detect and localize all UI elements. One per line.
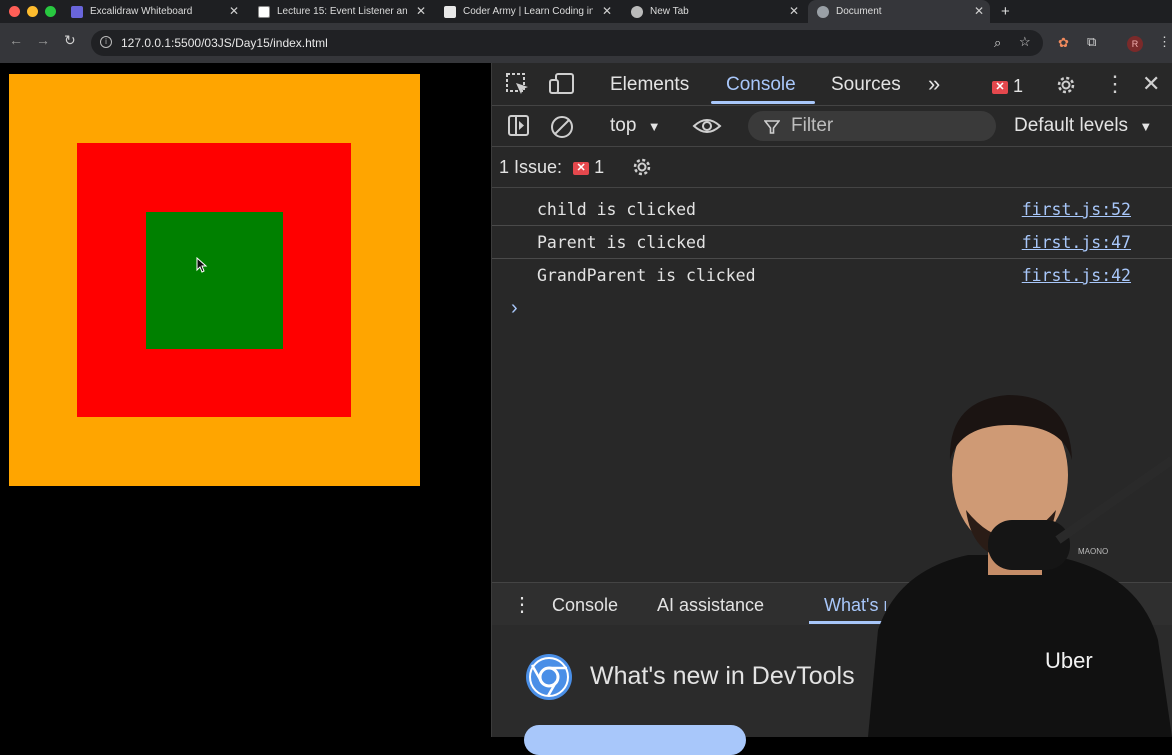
close-tab-icon[interactable]: ✕ [229,4,239,18]
console-prompt-icon[interactable]: › [511,297,518,320]
console-message-text: Parent is clicked [537,233,706,252]
devtools-menu-icon[interactable]: ⋮ [1104,71,1126,97]
issues-link[interactable]: 1 Issue: ✕ 1 [499,157,604,178]
new-tab-button[interactable]: + [1001,0,1010,23]
tab-coder-army[interactable]: Coder Army | Learn Coding in ✕ [444,0,612,23]
drawer-tab-console[interactable]: Console [552,595,618,616]
back-icon[interactable]: ← [9,32,23,48]
zoom-icon[interactable]: ⌕ [994,35,1001,51]
close-window-button[interactable] [9,6,20,17]
chrome-icon [631,5,643,18]
console-toolbar: top ▼ Filter Default levels ▼ [492,106,1172,147]
tab-title: Excalidraw Whiteboard [90,6,193,17]
issues-count: 1 [594,157,605,177]
tab-lecture[interactable]: Lecture 15: Event Listener and ✕ [258,0,426,23]
mic-boom-arm [1055,456,1172,544]
tab-title: Lecture 15: Event Listener and [277,6,407,17]
context-selector[interactable]: top ▼ [610,115,661,137]
address-bar[interactable]: i 127.0.0.1:5500/03JS/Day15/index.html ⌕… [91,30,1043,56]
forward-icon[interactable]: → [36,32,50,48]
drawer-menu-icon[interactable]: ⋮ [512,592,532,617]
clear-console-icon[interactable] [550,115,574,139]
mouse-cursor-icon [196,257,208,273]
coder-army-icon [444,5,456,18]
page-viewport [0,63,491,737]
console-source-link[interactable]: first.js:42 [1022,266,1131,285]
whats-new-action-button[interactable] [524,725,746,755]
close-tab-icon[interactable]: ✕ [974,4,984,18]
close-tab-icon[interactable]: ✕ [602,4,612,18]
tab-title: Document [836,6,882,17]
console-message: child is clicked first.js:52 [492,193,1172,226]
tab-sources[interactable]: Sources [831,74,901,96]
presenter-webcam-overlay: MAONO Uber [868,395,1172,737]
site-info-icon[interactable]: i [100,36,112,48]
tab-excalidraw[interactable]: Excalidraw Whiteboard ✕ [71,0,239,23]
tab-title: New Tab [650,6,689,17]
dropdown-arrow-icon: ▼ [647,119,661,134]
filter-input[interactable]: Filter [748,111,996,141]
mic-brand-text: MAONO [1078,547,1108,556]
issues-bar: 1 Issue: ✕ 1 [492,147,1172,188]
log-levels-value: Default levels [1014,115,1129,136]
bookmark-star-icon[interactable]: ☆ [1019,34,1031,50]
issues-label: 1 Issue: [499,157,563,177]
tab-new-tab[interactable]: New Tab ✕ [631,0,799,23]
console-message: GrandParent is clicked first.js:42 [492,259,1172,291]
error-counter[interactable]: ✕ 1 [992,76,1023,97]
console-settings-gear-icon[interactable] [630,155,654,179]
tab-title: Coder Army | Learn Coding in [463,6,593,17]
console-source-link[interactable]: first.js:52 [1022,200,1131,219]
tab-elements[interactable]: Elements [610,74,689,96]
child-box[interactable] [146,212,283,349]
active-tab-indicator [711,101,815,104]
close-devtools-icon[interactable]: ✕ [1142,71,1160,97]
filter-icon [764,120,780,134]
browser-toolbar: ← → ↻ i 127.0.0.1:5500/03JS/Day15/index.… [0,23,1172,63]
more-tabs-icon[interactable]: » [928,71,940,97]
devtools-tab-bar: Elements Console Sources » ✕ 1 ⋮ ✕ [492,63,1172,106]
browser-tab-strip: Excalidraw Whiteboard ✕ Lecture 15: Even… [0,0,1172,23]
address-url[interactable]: 127.0.0.1:5500/03JS/Day15/index.html [121,36,328,50]
inspect-element-icon[interactable] [506,73,530,95]
tab-document[interactable]: Document ✕ [808,0,990,23]
maximize-window-button[interactable] [45,6,56,17]
minimize-window-button[interactable] [27,6,38,17]
presenter-shirt [868,555,1172,737]
chrome-devtools-logo-icon [526,654,572,700]
extension-icon[interactable]: ✿ [1058,35,1069,51]
excalidraw-icon [71,5,83,18]
tab-console[interactable]: Console [726,74,796,96]
shirt-logo-text: Uber [1045,648,1093,673]
error-icon: ✕ [992,80,1008,94]
filter-placeholder: Filter [791,115,834,136]
drawer-tab-ai-assistance[interactable]: AI assistance [657,595,764,616]
dropdown-arrow-icon: ▼ [1139,119,1153,134]
reload-icon[interactable]: ↻ [64,32,76,49]
console-message-text: child is clicked [537,200,696,219]
log-levels-dropdown[interactable]: Default levels ▼ [1014,115,1152,137]
close-tab-icon[interactable]: ✕ [789,4,799,18]
extensions-puzzle-icon[interactable]: ⧉ [1087,34,1096,50]
sidebar-toggle-icon[interactable] [508,115,530,137]
window-controls [9,6,56,17]
live-expression-eye-icon[interactable] [692,116,722,136]
close-tab-icon[interactable]: ✕ [416,4,426,18]
microphone-icon [988,520,1070,570]
console-message: Parent is clicked first.js:47 [492,226,1172,259]
browser-menu-icon[interactable]: ⋮ [1158,34,1171,50]
settings-gear-icon[interactable] [1054,73,1078,97]
context-value: top [610,115,637,136]
error-count: 1 [1013,76,1024,96]
device-toolbar-icon[interactable] [549,73,575,95]
whats-new-title: What's new in DevTools [590,662,855,690]
console-source-link[interactable]: first.js:47 [1022,233,1131,252]
notion-icon [258,5,270,18]
profile-avatar[interactable]: R [1127,36,1143,52]
globe-icon [817,5,829,18]
issue-error-icon: ✕ [573,161,590,175]
console-message-text: GrandParent is clicked [537,266,756,285]
